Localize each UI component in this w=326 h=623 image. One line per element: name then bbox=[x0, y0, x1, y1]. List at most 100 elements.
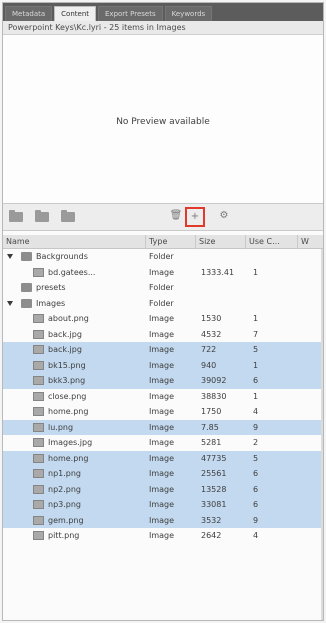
move-folder-icon[interactable] bbox=[61, 210, 75, 222]
table-row[interactable]: Backgrounds Folder bbox=[3, 249, 323, 265]
row-size bbox=[201, 280, 245, 295]
row-name: Images.jpg bbox=[48, 438, 93, 447]
table-row[interactable]: about.png Image 1530 1 bbox=[3, 311, 323, 327]
column-use-count[interactable]: Use C... bbox=[246, 235, 298, 249]
table-row[interactable]: np3.png Image 33081 6 bbox=[3, 497, 323, 513]
panel-tab-bar: Metadata Content Export Presets Keywords bbox=[3, 3, 323, 21]
folder-icon bbox=[21, 252, 32, 261]
row-size: 39092 bbox=[201, 376, 227, 385]
settings-icon[interactable]: ⚙ bbox=[217, 210, 231, 222]
row-use-count: 9 bbox=[253, 515, 259, 525]
image-file-icon bbox=[33, 314, 44, 323]
image-file-icon bbox=[33, 515, 44, 525]
row-use-count: 1 bbox=[253, 391, 259, 401]
row-size: 3532 bbox=[201, 515, 222, 525]
row-size: 2642 bbox=[201, 531, 222, 540]
scrollbar[interactable] bbox=[321, 249, 323, 620]
row-type: Image bbox=[149, 438, 175, 447]
row-type: Image bbox=[149, 329, 175, 339]
row-type: Folder bbox=[149, 283, 174, 292]
image-file-icon bbox=[33, 267, 44, 277]
row-type: Image bbox=[149, 484, 175, 494]
table-row[interactable]: presets Folder bbox=[3, 280, 323, 296]
row-name: gem.png bbox=[48, 515, 84, 525]
tab-export-presets[interactable]: Export Presets bbox=[98, 6, 163, 21]
table-row[interactable]: gem.png Image 3532 9 bbox=[3, 512, 323, 528]
table-row[interactable]: bkk3.png Image 39092 6 bbox=[3, 373, 323, 389]
table-row[interactable]: back.jpg Image 722 5 bbox=[3, 342, 323, 358]
table-row[interactable]: back.jpg Image 4532 7 bbox=[3, 327, 323, 343]
row-size: 4532 bbox=[201, 329, 222, 339]
table-row[interactable]: home.png Image 1750 4 bbox=[3, 404, 323, 420]
row-name: np2.png bbox=[48, 484, 82, 494]
row-size: 1333.41 bbox=[201, 267, 235, 277]
no-preview-message: No Preview available bbox=[116, 117, 210, 127]
trash-icon[interactable]: 🗑 bbox=[169, 210, 183, 222]
add-item-icon: + bbox=[190, 211, 200, 222]
image-file-icon bbox=[33, 484, 44, 494]
row-type: Image bbox=[149, 453, 175, 463]
preview-area: No Preview available bbox=[3, 35, 323, 203]
row-name: home.png bbox=[48, 453, 89, 463]
table-row[interactable]: home.png Image 47735 5 bbox=[3, 450, 323, 466]
row-size bbox=[201, 249, 245, 264]
row-use-count: 4 bbox=[253, 531, 259, 540]
column-type[interactable]: Type bbox=[146, 235, 196, 249]
row-use-count: 2 bbox=[253, 438, 259, 447]
new-folder-icon[interactable] bbox=[9, 210, 23, 222]
expand-toggle-icon[interactable] bbox=[7, 254, 13, 259]
row-size bbox=[201, 296, 245, 311]
table-row[interactable]: bd.gatees... Image 1333.41 1 bbox=[3, 265, 323, 281]
row-name: Backgrounds bbox=[36, 252, 88, 261]
column-w[interactable]: W bbox=[298, 235, 323, 249]
row-name: back.jpg bbox=[48, 345, 82, 354]
image-file-icon bbox=[33, 345, 44, 354]
image-file-icon bbox=[33, 422, 44, 432]
image-file-icon bbox=[33, 391, 44, 401]
column-name[interactable]: Name bbox=[3, 235, 146, 249]
table-row[interactable]: np2.png Image 13528 6 bbox=[3, 481, 323, 497]
row-size: 47735 bbox=[201, 453, 227, 463]
open-folder-icon[interactable] bbox=[35, 210, 49, 222]
folder-icon bbox=[21, 283, 32, 292]
tab-content[interactable]: Content bbox=[54, 6, 96, 21]
row-type: Folder bbox=[149, 298, 174, 308]
row-size: 13528 bbox=[201, 484, 227, 494]
column-size[interactable]: Size bbox=[196, 235, 246, 249]
row-use-count: 1 bbox=[253, 267, 259, 277]
row-use-count: 6 bbox=[253, 469, 259, 478]
highlighted-add-button[interactable]: + bbox=[185, 207, 205, 227]
row-use-count: 7 bbox=[253, 329, 259, 339]
tab-metadata[interactable]: Metadata bbox=[5, 6, 53, 21]
table-row[interactable]: bk15.png Image 940 1 bbox=[3, 357, 323, 373]
row-name: np1.png bbox=[48, 469, 82, 478]
row-use-count: 5 bbox=[253, 345, 259, 354]
row-use-count: 1 bbox=[253, 360, 259, 370]
table-row[interactable]: Images Folder bbox=[3, 296, 323, 312]
row-name: home.png bbox=[48, 407, 89, 416]
content-table-header: Name Type Size Use C... W bbox=[3, 235, 323, 249]
row-size: 1750 bbox=[201, 407, 222, 416]
table-row[interactable]: lu.png Image 7.85 9 bbox=[3, 419, 323, 435]
content-table-rows: Backgrounds Folder bd.gatees... Image 1333.4… bbox=[3, 249, 323, 544]
table-row[interactable]: Images.jpg Image 5281 2 bbox=[3, 435, 323, 451]
row-name: pitt.png bbox=[48, 531, 80, 540]
table-row[interactable]: pitt.png Image 2642 4 bbox=[3, 528, 323, 544]
table-row[interactable]: np1.png Image 25561 6 bbox=[3, 466, 323, 482]
row-use-count bbox=[253, 280, 293, 295]
row-name: back.jpg bbox=[48, 329, 82, 339]
row-type: Image bbox=[149, 422, 175, 432]
row-size: 5281 bbox=[201, 438, 222, 447]
row-type: Image bbox=[149, 500, 175, 509]
row-use-count: 6 bbox=[253, 484, 259, 494]
table-row[interactable]: close.png Image 38830 1 bbox=[3, 389, 323, 405]
row-size: 722 bbox=[201, 345, 217, 354]
row-type: Image bbox=[149, 345, 175, 354]
expand-toggle-icon[interactable] bbox=[7, 300, 13, 306]
row-type: Image bbox=[149, 515, 175, 525]
tab-keywords[interactable]: Keywords bbox=[164, 6, 213, 21]
row-name: bd.gatees... bbox=[48, 267, 96, 277]
row-type: Image bbox=[149, 407, 175, 416]
image-file-icon bbox=[33, 469, 44, 478]
image-file-icon bbox=[33, 376, 44, 385]
